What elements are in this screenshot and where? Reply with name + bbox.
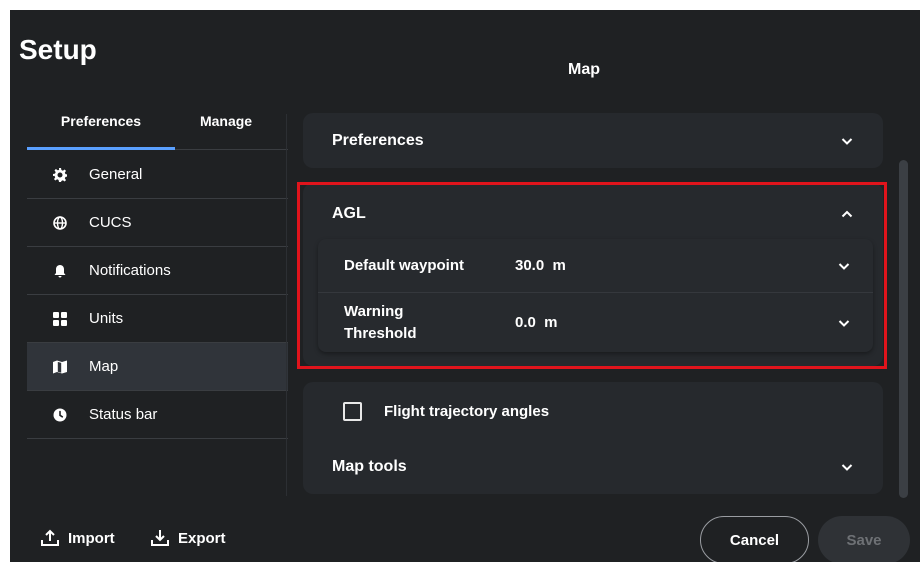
export-label: Export: [178, 529, 226, 547]
import-button[interactable]: Import: [40, 528, 115, 548]
bell-icon: [53, 264, 67, 278]
save-button[interactable]: Save: [818, 516, 910, 562]
sidebar-item-label: Units: [89, 310, 124, 327]
sidebar-item-label: Status bar: [89, 406, 158, 423]
sidebar-item-label: General: [89, 166, 143, 183]
gear-icon: [53, 167, 67, 182]
import-label: Import: [68, 529, 115, 547]
map-icon: [53, 360, 67, 374]
globe-icon: [53, 215, 67, 230]
tab-preferences[interactable]: Preferences: [27, 104, 175, 150]
agl-highlight-box: [297, 182, 887, 369]
tab-manage[interactable]: Manage: [175, 104, 277, 150]
section-title: Preferences: [332, 131, 424, 149]
sidebar-item-general[interactable]: General: [27, 151, 288, 199]
cancel-button[interactable]: Cancel: [700, 516, 809, 562]
sidebar-item-label: CUCS: [89, 214, 132, 231]
upload-icon: [41, 529, 59, 546]
page-title: Map: [568, 61, 600, 78]
chevron-down-icon: [841, 137, 853, 145]
download-icon: [151, 530, 169, 546]
flight-trajectory-checkbox[interactable]: [343, 401, 362, 421]
sidebar-item-units[interactable]: Units: [27, 295, 288, 343]
chevron-down-icon: [841, 464, 853, 471]
sidebar-item-status-bar[interactable]: Status bar: [27, 391, 288, 439]
sidebar-nav: General CUCS Notifications Units Map Sta…: [27, 151, 288, 439]
preferences-section: Preferences: [303, 113, 883, 168]
app-title: Setup: [19, 34, 97, 65]
panel-divider: [286, 114, 287, 496]
preferences-section-header[interactable]: Preferences: [303, 113, 883, 168]
sidebar-item-label: Map: [89, 358, 119, 375]
flight-trajectory-label: Flight trajectory angles: [384, 402, 550, 420]
map-options-section: Flight trajectory angles Map tools: [303, 382, 883, 494]
export-button[interactable]: Export: [150, 528, 226, 548]
flight-trajectory-checkbox-row[interactable]: Flight trajectory angles: [343, 399, 549, 423]
scrollbar[interactable]: [899, 160, 908, 498]
nav-tabs: Preferences Manage: [27, 104, 288, 150]
tab-active-indicator: [27, 147, 175, 150]
clock-icon: [53, 408, 67, 422]
section-title: Map tools: [332, 458, 407, 475]
map-tools-header[interactable]: Map tools: [303, 440, 883, 494]
sidebar-item-notifications[interactable]: Notifications: [27, 247, 288, 295]
sidebar-item-cucs[interactable]: CUCS: [27, 199, 288, 247]
sidebar-item-label: Notifications: [89, 262, 171, 279]
grid-icon: [53, 311, 67, 326]
sidebar-item-map[interactable]: Map: [27, 343, 288, 391]
